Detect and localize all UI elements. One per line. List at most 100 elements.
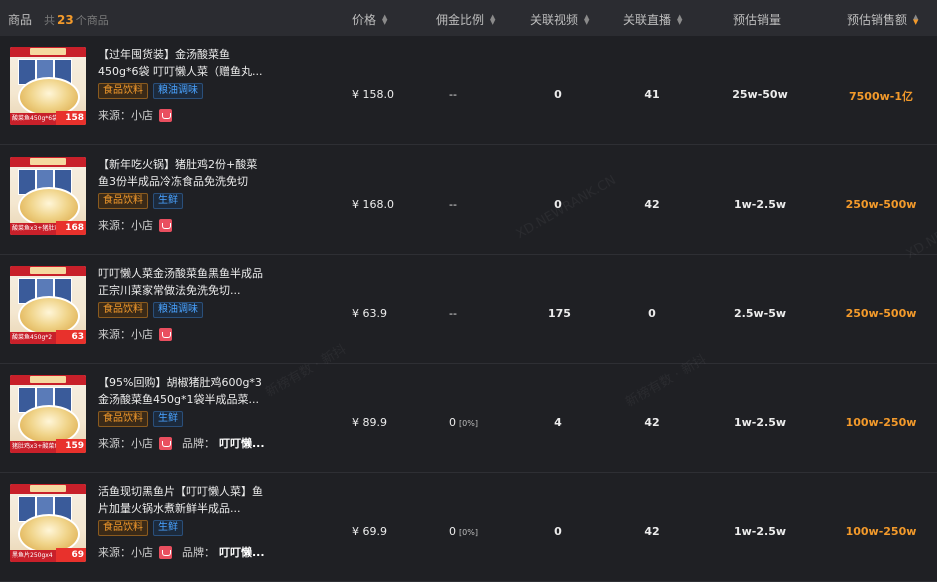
source-value: 小店 — [131, 328, 153, 341]
table-row[interactable]: 猪肚鸡x3+酸菜鱼x1 159 【95%回购】胡椒猪肚鸡600g*3金汤酸菜鱼4… — [0, 364, 937, 473]
source-label: 来源： — [98, 437, 131, 450]
column-header-est-revenue-label: 预估销售额 — [847, 13, 908, 27]
sort-icon[interactable]: ▲ ▼ — [382, 13, 387, 25]
subcategory-tag[interactable]: 粮油调味 — [153, 302, 203, 318]
videos-cell[interactable]: 0 — [548, 198, 568, 211]
column-header-videos-label: 关联视频 — [530, 13, 579, 27]
source-label: 来源： — [98, 546, 131, 559]
column-header-est-revenue[interactable]: 预估销售额 ▲ ▼ — [847, 11, 918, 28]
source-value: 小店 — [131, 109, 153, 122]
column-header-live-label: 关联直播 — [623, 13, 672, 27]
category-tag[interactable]: 食品饮料 — [98, 411, 148, 427]
column-header-live[interactable]: 关联直播 ▲ ▼ — [623, 11, 682, 28]
brand: 品牌： 叮叮懒... — [182, 544, 265, 560]
shop-icon[interactable] — [159, 545, 172, 559]
est-revenue-cell: 100w-250w — [845, 416, 917, 429]
est-revenue-cell: 250w-500w — [845, 198, 917, 211]
commission-value: -- — [449, 198, 457, 211]
thumbnail-price: 168 — [56, 221, 86, 235]
product-thumbnail[interactable]: 黑鱼片250gx4 69 — [10, 484, 86, 562]
est-sales-cell: 2.5w-5w — [733, 307, 787, 320]
column-header-commission-label: 佣金比例 — [436, 13, 485, 27]
videos-cell[interactable]: 0 — [548, 525, 568, 538]
thumbnail-price: 159 — [56, 439, 86, 453]
category-tag[interactable]: 食品饮料 — [98, 520, 148, 536]
brand: 品牌： 叮叮懒... — [182, 435, 265, 451]
product-count-suffix: 个商品 — [75, 14, 109, 27]
product-thumbnail[interactable]: 酸菜鱼450g*2 63 — [10, 266, 86, 344]
videos-cell[interactable]: 0 — [548, 88, 568, 101]
brand-label: 品牌： — [182, 437, 215, 450]
table-row[interactable]: 酸菜鱼x3+猪肚鸡x2 168 【新年吃火锅】猪肚鸡2份+酸菜鱼3份半成品冷冻食… — [0, 146, 937, 255]
source-label: 来源： — [98, 219, 131, 232]
source-label: 来源： — [98, 109, 131, 122]
thumbnail-price: 69 — [56, 548, 86, 562]
thumbnail-price: 63 — [56, 330, 86, 344]
column-header-videos[interactable]: 关联视频 ▲ ▼ — [530, 11, 589, 28]
sort-icon[interactable]: ▲ ▼ — [490, 13, 495, 25]
est-sales-cell: 1w-2.5w — [733, 525, 787, 538]
live-cell[interactable]: 41 — [642, 88, 662, 101]
shop-icon[interactable] — [159, 327, 172, 341]
category-tag[interactable]: 食品饮料 — [98, 302, 148, 318]
live-cell[interactable]: 42 — [642, 416, 662, 429]
commission-value: 0 — [449, 416, 456, 429]
live-cell[interactable]: 0 — [642, 307, 662, 320]
commission-value: -- — [449, 88, 457, 101]
product-tags: 食品饮料 生鲜 — [98, 411, 183, 427]
table-row[interactable]: 酸菜鱼450g*6袋 158 【过年囤货装】金汤酸菜鱼450g*6袋 叮叮懒人菜… — [0, 36, 937, 145]
commission-cell: -- — [449, 198, 457, 211]
subcategory-tag[interactable]: 生鲜 — [153, 520, 183, 536]
product-title[interactable]: 【新年吃火锅】猪肚鸡2份+酸菜鱼3份半成品冷冻食品免洗免切 — [98, 156, 263, 190]
product-source: 来源： 小店 — [98, 107, 172, 123]
subcategory-tag[interactable]: 粮油调味 — [153, 83, 203, 99]
subcategory-tag[interactable]: 生鲜 — [153, 411, 183, 427]
subcategory-tag[interactable]: 生鲜 — [153, 193, 183, 209]
videos-cell[interactable]: 175 — [548, 307, 571, 320]
product-title[interactable]: 活鱼现切黑鱼片【叮叮懒人菜】鱼片加量火锅水煮新鲜半成品... — [98, 483, 263, 517]
commission-percent: [0%] — [459, 528, 478, 537]
est-sales-cell: 25w-50w — [732, 88, 788, 101]
est-revenue-cell: 250w-500w — [845, 307, 917, 320]
column-header-est-sales[interactable]: 预估销量 — [733, 11, 781, 28]
price-cell: ¥ 168.0 — [352, 198, 394, 211]
category-tag[interactable]: 食品饮料 — [98, 83, 148, 99]
table-header: 商品 共 23 个商品 价格 ▲ ▼ 佣金比例 ▲ ▼ 关联视频 ▲ ▼ 关联直播 ▲… — [0, 0, 937, 36]
shop-icon[interactable] — [159, 108, 172, 122]
shop-icon[interactable] — [159, 436, 172, 450]
brand-name[interactable]: 叮叮懒... — [219, 437, 265, 450]
category-tag[interactable]: 食品饮料 — [98, 193, 148, 209]
table-row[interactable]: 酸菜鱼450g*2 63 叮叮懒人菜金汤酸菜鱼黑鱼半成品正宗川菜家常做法免洗免切… — [0, 255, 937, 364]
commission-cell: -- — [449, 307, 457, 320]
source-value: 小店 — [131, 437, 153, 450]
videos-cell[interactable]: 4 — [548, 416, 568, 429]
sort-icon[interactable]: ▲ ▼ — [584, 13, 589, 25]
table-row[interactable]: 黑鱼片250gx4 69 活鱼现切黑鱼片【叮叮懒人菜】鱼片加量火锅水煮新鲜半成品… — [0, 473, 937, 582]
sort-icon[interactable]: ▲ ▼ — [677, 13, 682, 25]
sort-icon[interactable]: ▲ ▼ — [913, 13, 918, 25]
column-header-price[interactable]: 价格 ▲ ▼ — [352, 11, 387, 28]
product-tags: 食品饮料 粮油调味 — [98, 302, 203, 318]
shop-icon[interactable] — [159, 218, 172, 232]
column-header-commission[interactable]: 佣金比例 ▲ ▼ — [436, 11, 495, 28]
product-tags: 食品饮料 生鲜 — [98, 520, 183, 536]
source-value: 小店 — [131, 219, 153, 232]
column-header-est-sales-label: 预估销量 — [733, 13, 782, 27]
product-thumbnail[interactable]: 酸菜鱼x3+猪肚鸡x2 168 — [10, 157, 86, 235]
brand-label: 品牌： — [182, 546, 215, 559]
price-cell: ¥ 158.0 — [352, 88, 394, 101]
est-sales-cell: 1w-2.5w — [733, 416, 787, 429]
product-thumbnail[interactable]: 猪肚鸡x3+酸菜鱼x1 159 — [10, 375, 86, 453]
brand-name[interactable]: 叮叮懒... — [219, 546, 265, 559]
product-source: 来源： 小店 品牌： 叮叮懒... — [98, 435, 265, 451]
product-title[interactable]: 叮叮懒人菜金汤酸菜鱼黑鱼半成品正宗川菜家常做法免洗免切... — [98, 265, 263, 299]
price-cell: ¥ 89.9 — [352, 416, 387, 429]
live-cell[interactable]: 42 — [642, 525, 662, 538]
product-thumbnail[interactable]: 酸菜鱼450g*6袋 158 — [10, 47, 86, 125]
product-source: 来源： 小店 — [98, 217, 172, 233]
live-cell[interactable]: 42 — [642, 198, 662, 211]
product-title[interactable]: 【过年囤货装】金汤酸菜鱼450g*6袋 叮叮懒人菜（赠鱼丸... — [98, 46, 263, 80]
price-cell: ¥ 63.9 — [352, 307, 387, 320]
product-title[interactable]: 【95%回购】胡椒猪肚鸡600g*3金汤酸菜鱼450g*1袋半成品菜... — [98, 374, 263, 408]
products-header-label: 商品 — [8, 13, 33, 27]
